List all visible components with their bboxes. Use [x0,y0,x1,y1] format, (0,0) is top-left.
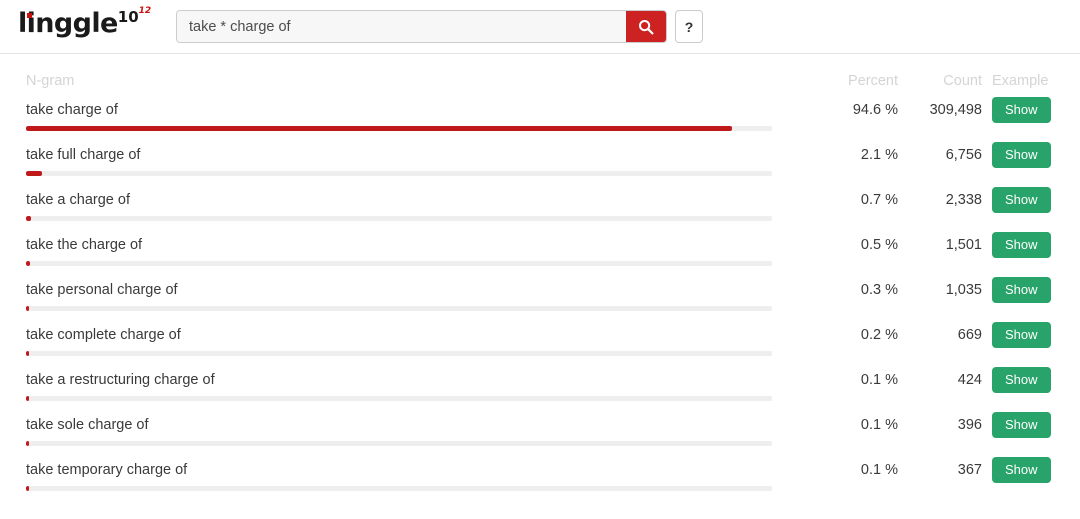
frequency-bar-fill [26,396,29,401]
example-cell: Show [982,187,1080,213]
help-button[interactable]: ? [675,10,703,43]
frequency-bar-track [26,261,772,266]
ngram-text: take sole charge of [26,417,149,433]
example-cell: Show [982,142,1080,168]
show-example-button[interactable]: Show [992,367,1051,393]
count-value: 1,035 [945,282,982,298]
table-row: take a charge of 0.7 % 2,338 Show [0,184,1080,229]
ngram-text: take temporary charge of [26,462,188,478]
search-bar: ? [176,10,703,43]
frequency-bar-fill [26,441,29,446]
percent-value: 94.6 % [852,102,898,118]
frequency-bar-track [26,126,772,131]
table-row: take temporary charge of 0.1 % 367 Show [0,454,1080,499]
logo-superscript-12: 12 [138,5,152,16]
table-row: take sole charge of 0.1 % 396 Show [0,409,1080,454]
percent-value: 0.2 % [860,327,898,343]
logo-dot-icon [27,12,32,18]
frequency-bar-fill [26,216,32,221]
frequency-bar-fill [26,171,42,176]
count-value: 2,338 [945,192,982,208]
search-button[interactable] [626,11,666,42]
ngram-text: take a restructuring charge of [26,372,215,388]
ngram-text: take complete charge of [26,327,181,343]
example-cell: Show [982,277,1080,303]
results-table: N-gram Percent Count Example take charge… [0,54,1080,499]
logo-superscript-10: 10 [117,7,139,26]
example-cell: Show [982,367,1080,393]
ngram-text: take the charge of [26,237,143,253]
count-value: 309,498 [929,102,982,118]
count-value: 367 [957,462,982,478]
show-example-button[interactable]: Show [992,187,1051,213]
count-value: 669 [957,327,982,343]
frequency-bar-track [26,396,772,401]
ngram-text: take full charge of [26,147,141,163]
linggle-logo[interactable]: linggle 10 12 [18,5,158,49]
show-example-button[interactable]: Show [992,457,1051,483]
table-row: take complete charge of 0.2 % 669 Show [0,319,1080,364]
example-cell: Show [982,232,1080,258]
count-value: 396 [957,417,982,433]
table-row: take full charge of 2.1 % 6,756 Show [0,139,1080,184]
show-example-button[interactable]: Show [992,412,1051,438]
percent-value: 0.7 % [860,192,898,208]
count-value: 6,756 [945,147,982,163]
percent-value: 0.1 % [860,462,898,478]
logo-wordmark: linggle [18,7,118,39]
table-row: take the charge of 0.5 % 1,501 Show [0,229,1080,274]
example-cell: Show [982,457,1080,483]
percent-value: 0.3 % [860,282,898,298]
example-cell: Show [982,97,1080,123]
example-cell: Show [982,412,1080,438]
frequency-bar-fill [26,261,30,266]
frequency-bar-track [26,171,772,176]
show-example-button[interactable]: Show [992,322,1051,348]
frequency-bar-track [26,216,772,221]
frequency-bar-fill [26,351,29,356]
table-row: take personal charge of 0.3 % 1,035 Show [0,274,1080,319]
column-header-example: Example [992,73,1049,89]
search-input-group [176,10,667,43]
show-example-button[interactable]: Show [992,97,1051,123]
table-header-row: N-gram Percent Count Example [0,54,1080,94]
ngram-text: take charge of [26,102,118,118]
frequency-bar-fill [26,306,29,311]
ngram-text: take personal charge of [26,282,178,298]
percent-value: 0.1 % [860,372,898,388]
show-example-button[interactable]: Show [992,277,1051,303]
column-header-count: Count [943,73,982,89]
table-row: take a restructuring charge of 0.1 % 424 Sh… [0,364,1080,409]
frequency-bar-track [26,441,772,446]
search-input[interactable] [177,11,626,42]
app-header: linggle 10 12 ? [0,0,1080,54]
percent-value: 0.1 % [860,417,898,433]
percent-value: 2.1 % [860,147,898,163]
count-value: 1,501 [945,237,982,253]
show-example-button[interactable]: Show [992,142,1051,168]
example-cell: Show [982,322,1080,348]
table-body: take charge of 94.6 % 309,498 Show take full… [0,94,1080,499]
table-row: take charge of 94.6 % 309,498 Show [0,94,1080,139]
percent-value: 0.5 % [860,237,898,253]
show-example-button[interactable]: Show [992,232,1051,258]
search-icon [639,19,654,34]
ngram-text: take a charge of [26,192,130,208]
column-header-percent: Percent [848,73,898,89]
frequency-bar-fill [26,126,732,131]
column-header-ngram: N-gram [26,73,75,89]
count-value: 424 [957,372,982,388]
frequency-bar-fill [26,486,29,491]
frequency-bar-track [26,351,772,356]
frequency-bar-track [26,486,772,491]
frequency-bar-track [26,306,772,311]
